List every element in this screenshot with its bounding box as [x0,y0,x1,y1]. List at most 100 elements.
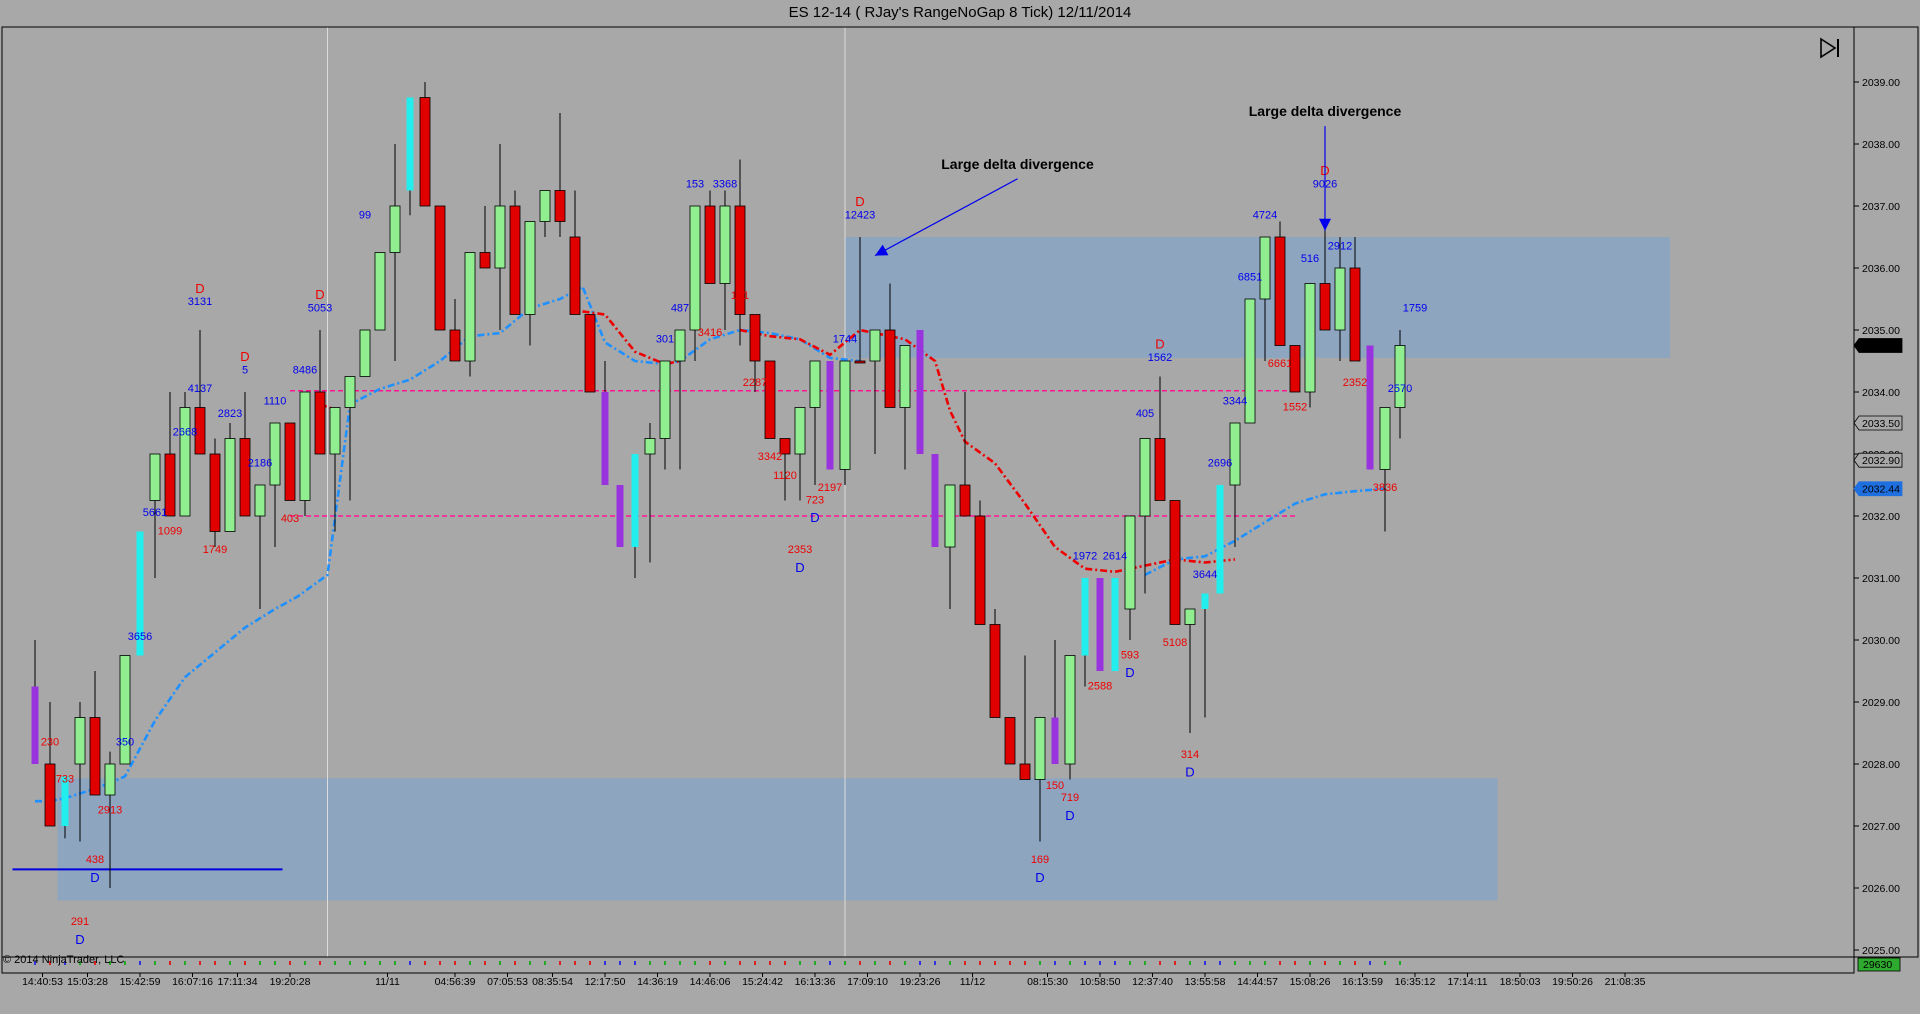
volume-dot [844,961,846,965]
candle [1216,485,1224,594]
divergence-marker: D [795,560,804,575]
candle-body [149,453,161,501]
delta-value-label: 1759 [1403,302,1427,314]
candle [944,484,956,609]
candle-body [344,376,356,408]
candle-body [1034,717,1046,780]
volume-dot [664,961,666,965]
volume-dot [679,961,681,965]
candle-body [569,236,581,315]
candle-body [89,717,101,796]
candle-body [299,391,311,501]
x-tick-label: 16:07:16 [172,976,213,988]
candle [344,376,356,501]
volume-dot [874,961,876,965]
candle [374,252,386,331]
volume-dot [169,961,171,965]
candle [1139,438,1151,594]
candle [524,221,536,346]
divergence-marker: D [1125,665,1134,680]
price-chart[interactable]: 230 733 438 D 291 D 2913 350 3656 5661 1099 2668 413… [0,0,1920,1014]
candle [1064,655,1076,780]
candle-body [601,392,609,485]
candle [616,485,624,547]
divergence-marker: D [1155,337,1164,352]
x-tick-label: 14:36:19 [637,976,678,988]
candle-body [209,453,221,532]
delta-value-label: 350 [116,736,134,748]
candle [554,113,566,237]
volume-dot [544,961,546,965]
candle-body [419,97,431,207]
volume-dot [1249,961,1251,965]
candle [644,423,656,563]
volume-dot [289,961,291,965]
divergence-marker: D [315,287,324,302]
x-tick-label: 21:08:35 [1605,976,1646,988]
volume-dot [1054,961,1056,965]
delta-value-label: 1749 [203,544,227,556]
candle-body [959,484,971,517]
candle [1274,221,1286,346]
volume-dot [1174,961,1176,965]
candle [794,407,806,501]
candle [494,144,506,330]
x-tick-label: 11/11 [375,976,400,988]
volume-dot [1084,961,1086,965]
divergence-marker: D [1035,870,1044,885]
candle-body [1184,608,1196,625]
x-tick-label: 10:58:50 [1080,976,1121,988]
candle-body [749,314,761,362]
candle-body [659,360,671,439]
candle-body [74,717,86,765]
volume-dot [1399,961,1401,965]
volume-dot [1234,961,1236,965]
candle-body [224,438,236,532]
volume-dot [814,961,816,965]
divergence-marker: D [75,932,84,947]
candle-body [1201,593,1209,609]
divergence-marker: D [810,510,819,525]
candle [299,391,311,516]
delta-value-label: 2197 [818,482,842,494]
candle-body [374,252,386,331]
volume-dot [1024,961,1026,965]
volume-dot [364,961,366,965]
delta-value-label: 1972 [1073,550,1097,562]
volume-dot [394,961,396,965]
candle-body [284,422,296,501]
delta-value-label: 2588 [1088,681,1112,693]
volume-dot [139,961,141,965]
candle-body [644,438,656,455]
volume-dot [799,961,801,965]
candle [269,422,281,547]
annotation-text: Large delta divergence [941,156,1094,172]
delta-value-label: 5053 [308,302,332,314]
y-tick-label: 2026.00 [1862,883,1900,895]
candle [31,640,39,764]
candle [389,144,401,361]
candle [1051,640,1059,764]
zones-layer [57,237,1670,901]
x-tick-label: 08:35:54 [532,976,573,988]
volume-dot [574,961,576,965]
candle [1379,407,1391,532]
delta-value-label: 171 [731,290,749,302]
candle-body [509,205,521,315]
candle [509,190,521,315]
candle-body [1366,345,1374,470]
volume-dot [259,961,261,965]
delta-value-label: 2912 [1328,240,1352,252]
candle [179,392,191,517]
y-tick-label: 2039.00 [1862,77,1900,89]
candle-body [884,329,896,408]
delta-value-label: 733 [56,774,74,786]
volume-dot [214,961,216,965]
delta-value-label: 12423 [845,209,876,221]
volume-dot [739,961,741,965]
candle [224,423,236,532]
scroll-to-end-icon[interactable] [1818,36,1842,60]
candle-body [1051,717,1059,764]
candle-body [1394,345,1406,408]
candle-body [1111,578,1119,671]
